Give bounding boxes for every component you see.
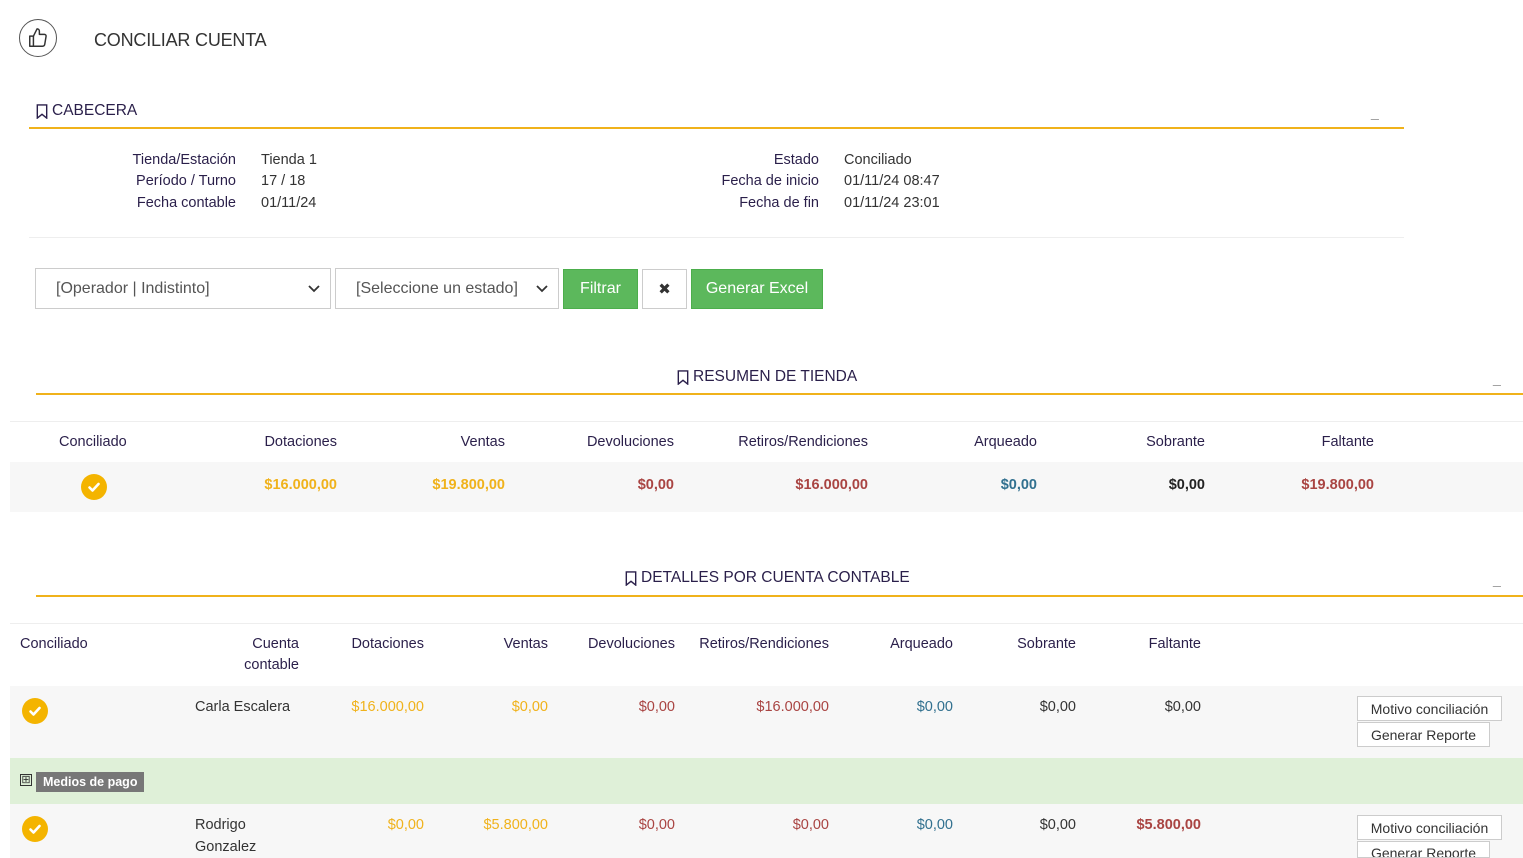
clear-filter-button[interactable]: ✖ [642,269,687,309]
cabecera-collapse-button[interactable]: _ [1371,104,1379,120]
resumen-header-dotaciones: Dotaciones [264,434,337,450]
detalles-row-2-faltante: $5.800,00 [1136,817,1201,833]
generar-reporte-button[interactable]: Generar Reporte [1357,722,1490,747]
resumen-section-title[interactable]: RESUMEN DE TIENDA [676,368,857,386]
label-tienda: Tienda/Estación [132,152,236,168]
value-periodo: 17 / 18 [261,173,306,189]
detalles-row-2-ventas: $5.800,00 [483,817,548,833]
estado-select[interactable]: [Seleccione un estado] [335,268,559,309]
detalles-row-2-cuenta-2: Gonzalez [195,839,257,855]
cabecera-bottom-divider [29,237,1404,238]
filtrar-button[interactable]: Filtrar [563,269,638,309]
check-circle-icon [22,816,48,842]
generar-reporte-button[interactable]: Generar Reporte [1357,841,1490,858]
medios-de-pago-badge[interactable]: Medios de pago [36,772,145,792]
detalles-row-2-devoluciones: $0,00 [638,817,675,833]
detalles-header-ventas: Ventas [503,636,548,652]
resumen-title: RESUMEN DE TIENDA [693,368,858,385]
detalles-row-1-retiros: $16.000,00 [756,699,829,715]
detalles-row-1 [10,686,1523,758]
detalles-row-1-sobrante: $0,00 [1039,699,1076,715]
value-fecha-inicio: 01/11/24 08:47 [844,173,940,189]
detalles-divider [36,595,1523,597]
resumen-table-top-line [10,421,1523,422]
motivo-conciliacion-button[interactable]: Motivo conciliación [1357,696,1502,721]
label-fecha-fin: Fecha de fin [739,195,819,211]
label-estado: Estado [773,152,819,168]
cabecera-section-title[interactable]: CABECERA [35,102,137,120]
resumen-header-ventas: Ventas [460,434,505,450]
resumen-retiros: $16.000,00 [795,477,868,493]
detalles-row-2-arqueado: $0,00 [916,817,953,833]
resumen-ventas: $19.800,00 [432,477,505,493]
check-circle-icon [22,698,48,724]
label-fecha-inicio: Fecha de inicio [721,173,819,189]
detalles-row-2-cuenta-1: Rodrigo [195,817,246,833]
detalles-row-2-sobrante: $0,00 [1039,817,1076,833]
detalles-header-sobrante: Sobrante [1017,636,1076,652]
detalles-row-1-arqueado: $0,00 [916,699,953,715]
resumen-header-devoluciones: Devoluciones [586,434,674,450]
close-icon: ✖ [658,281,671,298]
resumen-arqueado: $0,00 [1000,477,1037,493]
bookmark-icon [36,103,48,119]
bookmark-icon [625,570,637,586]
resumen-header-conciliado: Conciliado [59,434,127,450]
detalles-header-cuenta-2: contable [244,657,299,673]
expand-plus-icon[interactable]: ⊞ [20,774,32,786]
generar-excel-button[interactable]: Generar Excel [691,269,823,309]
label-periodo: Período / Turno [136,173,236,189]
value-tienda: Tienda 1 [261,152,317,168]
resumen-header-arqueado: Arqueado [974,434,1037,450]
resumen-dotaciones: $16.000,00 [264,477,337,493]
thumbs-up-icon [29,28,47,47]
bookmark-icon [677,369,689,385]
label-fecha-contable: Fecha contable [136,195,236,211]
detalles-section-title[interactable]: DETALLES POR CUENTA CONTABLE [624,569,910,587]
detalles-header-conciliado: Conciliado [20,636,88,652]
estado-select-value: [Seleccione un estado] [356,279,518,297]
cabecera-divider [29,127,1404,129]
chevron-down-icon [536,285,548,293]
detalles-header-arqueado: Arqueado [890,636,953,652]
detalles-row-2-dotaciones: $0,00 [387,817,424,833]
resumen-header-retiros: Retiros/Rendiciones [738,434,868,450]
detalles-header-cuenta-1: Cuenta [252,636,299,652]
chevron-down-icon [308,285,320,293]
detalles-header-dotaciones: Dotaciones [351,636,424,652]
operador-select[interactable]: [Operador | Indistinto] [35,268,331,309]
resumen-faltante: $19.800,00 [1301,477,1374,493]
detalles-collapse-button[interactable]: _ [1493,571,1501,587]
resumen-sobrante: $0,00 [1168,477,1205,493]
resumen-collapse-button[interactable]: _ [1493,370,1501,386]
detalles-header-devoluciones: Devoluciones [587,636,675,652]
detalles-row-1-ventas: $0,00 [511,699,548,715]
detalles-row-1-dotaciones: $16.000,00 [351,699,424,715]
motivo-conciliacion-button[interactable]: Motivo conciliación [1357,815,1502,840]
detalles-row-2-retiros: $0,00 [792,817,829,833]
value-fecha-contable: 01/11/24 [261,195,317,211]
logo-thumbs-up [19,19,57,57]
detalles-header-retiros: Retiros/Rendiciones [699,636,829,652]
medios-de-pago-row [10,758,1523,804]
resumen-divider [36,393,1523,395]
detalles-title: DETALLES POR CUENTA CONTABLE [641,569,910,586]
detalles-row-1-cuenta: Carla Escalera [195,699,291,715]
detalles-header-faltante: Faltante [1148,636,1201,652]
resumen-header-faltante: Faltante [1321,434,1374,450]
resumen-devoluciones: $0,00 [637,477,674,493]
operador-select-value: [Operador | Indistinto] [56,279,210,297]
resumen-header-sobrante: Sobrante [1146,434,1205,450]
detalles-table-top-line [10,623,1523,624]
check-circle-icon [81,474,107,500]
detalles-row-1-faltante: $0,00 [1164,699,1201,715]
cabecera-title: CABECERA [52,102,138,119]
page-title: CONCILIAR CUENTA [94,30,267,50]
value-fecha-fin: 01/11/24 23:01 [844,195,940,211]
value-estado: Conciliado [844,152,912,168]
detalles-row-1-devoluciones: $0,00 [638,699,675,715]
